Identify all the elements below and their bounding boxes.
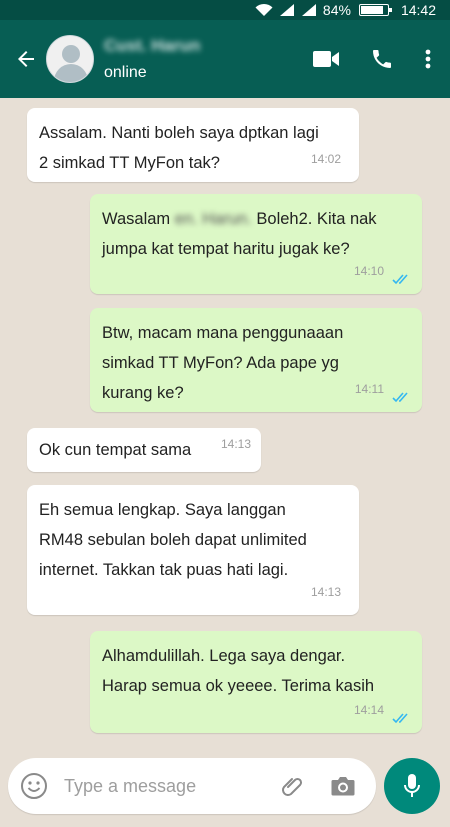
video-call-icon[interactable] [312, 49, 340, 69]
message-text: Btw, macam mana penggunaaan [102, 324, 344, 342]
message-incoming[interactable]: Eh semua lengkap. Saya langgan RM48 sebu… [27, 485, 359, 615]
presence-status: online [104, 64, 147, 81]
message-outgoing[interactable]: Btw, macam mana penggunaaan simkad TT My… [90, 308, 422, 412]
message-text: Alhamdulillah. Lega saya dengar. [102, 647, 346, 665]
message-outgoing[interactable]: Wasalam en. Harun. Boleh2. Kita nak jump… [90, 194, 422, 294]
message-text: Wasalam [102, 210, 171, 228]
message-text: Boleh2. Kita nak [256, 210, 377, 228]
status-bar: 84% 14:42 [0, 0, 450, 20]
attach-icon[interactable] [280, 773, 306, 799]
chat-header: Cust. Harun online [0, 20, 450, 98]
message-time: 14:13 [220, 437, 251, 451]
message-text: 2 simkad TT MyFon tak? [39, 154, 220, 172]
back-button[interactable] [6, 39, 46, 79]
battery-icon [358, 4, 392, 16]
avatar[interactable] [46, 35, 94, 83]
message-text: Ok cun tempat sama [39, 441, 192, 459]
message-text: internet. Takkan tak puas hati lagi. [39, 561, 289, 579]
wifi-icon [255, 3, 273, 16]
double-tick-icon [392, 713, 408, 724]
message-input[interactable]: Type a message [64, 776, 280, 797]
redacted-name: en. Harun. [174, 210, 252, 228]
clock: 14:42 [400, 2, 436, 18]
composer: Type a message [0, 750, 450, 827]
emoji-icon[interactable] [20, 772, 48, 800]
contact-name: Cust. Harun [104, 36, 201, 55]
message-time: 14:13 [310, 585, 341, 599]
signal-icon [301, 4, 316, 16]
message-incoming[interactable]: Assalam. Nanti boleh saya dptkan lagi 2 … [27, 108, 359, 182]
battery-percent: 84% [322, 2, 351, 18]
double-tick-icon [392, 274, 408, 285]
back-arrow-icon [18, 51, 34, 67]
contact-info[interactable]: Cust. Harun online [104, 36, 200, 82]
message-incoming[interactable]: Ok cun tempat sama 14:13 [27, 428, 261, 472]
message-text: RM48 sebulan boleh dapat unlimited [39, 531, 307, 549]
voice-message-button[interactable] [384, 758, 440, 814]
message-time: 14:11 [354, 382, 384, 396]
message-outgoing[interactable]: Alhamdulillah. Lega saya dengar. Harap s… [90, 631, 422, 733]
message-time: 14:10 [353, 264, 384, 278]
message-time: 14:02 [310, 152, 341, 166]
double-tick-icon [392, 392, 408, 403]
message-text: Assalam. Nanti boleh saya dptkan lagi [39, 124, 319, 142]
chat-area[interactable]: Assalam. Nanti boleh saya dptkan lagi 2 … [0, 98, 450, 750]
signal-icon [279, 4, 294, 16]
mic-icon [404, 774, 420, 797]
message-time: 14:14 [353, 703, 384, 717]
camera-icon[interactable] [330, 774, 356, 798]
message-text: Eh semua lengkap. Saya langgan [39, 501, 286, 519]
more-vert-icon[interactable] [424, 47, 432, 71]
message-input-box[interactable]: Type a message [8, 758, 376, 814]
phone-icon[interactable] [370, 47, 394, 71]
